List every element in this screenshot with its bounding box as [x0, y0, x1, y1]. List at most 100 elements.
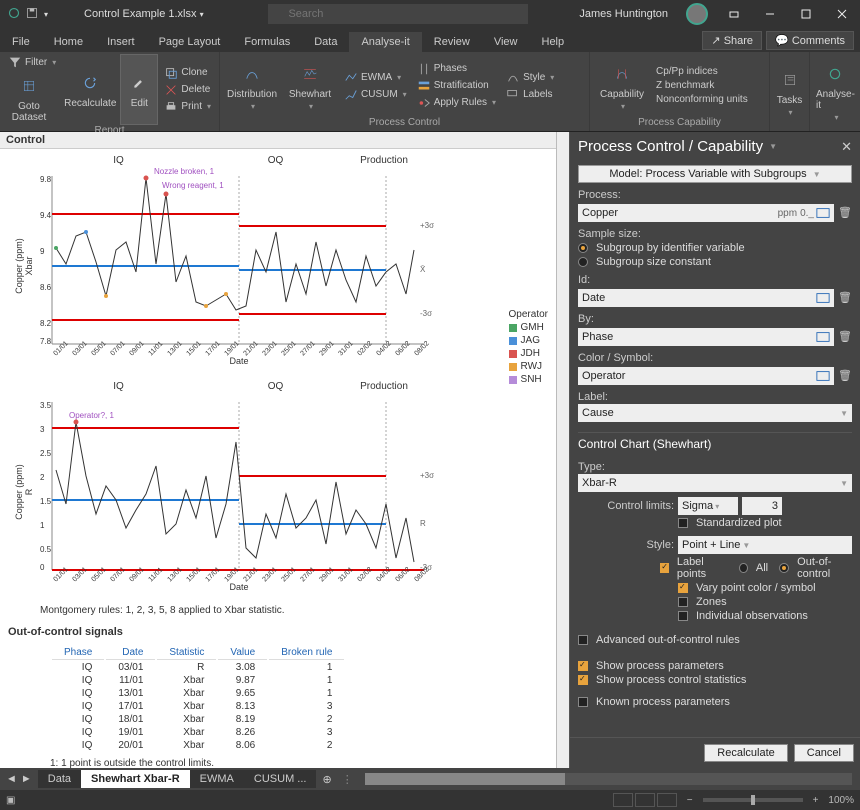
nonconforming-button[interactable]: Nonconforming units — [654, 93, 750, 106]
standardized-checkbox[interactable] — [678, 518, 688, 528]
ribbon-tab-page-layout[interactable]: Page Layout — [147, 32, 233, 52]
zoom-slider[interactable] — [703, 798, 803, 802]
distribution-button[interactable]: Distribution▾ — [224, 54, 280, 117]
type-select[interactable]: Xbar-R▼ — [578, 474, 852, 492]
by-field[interactable]: Phase — [578, 328, 834, 346]
color-field[interactable]: Operator — [578, 367, 834, 385]
radio-subgroup-identifier[interactable]: Subgroup by identifier variable — [578, 242, 852, 254]
delete-icon[interactable]: 🗑 — [838, 369, 852, 382]
normal-view-icon[interactable] — [613, 793, 633, 807]
page-break-icon[interactable] — [657, 793, 677, 807]
user-avatar[interactable] — [686, 3, 708, 25]
svg-text:+3σ: +3σ — [420, 471, 434, 480]
vary-color-checkbox[interactable] — [678, 583, 688, 593]
sheet-prev-icon[interactable]: ◄ — [6, 773, 17, 785]
show-params-checkbox[interactable] — [578, 661, 588, 671]
ribbon-tab-help[interactable]: Help — [530, 32, 577, 52]
zoom-out-icon[interactable]: − — [687, 795, 693, 806]
delete-icon[interactable]: 🗑 — [838, 330, 852, 343]
delete-icon[interactable]: 🗑 — [838, 206, 852, 219]
id-field[interactable]: Date — [578, 289, 834, 307]
comments-button[interactable]: 💬 Comments — [766, 31, 854, 50]
legend-item: RWJ — [509, 361, 548, 372]
autosave-icon[interactable] — [8, 7, 20, 22]
maximize-icon[interactable] — [788, 0, 824, 28]
ribbon-display-icon[interactable] — [716, 0, 752, 28]
cancel-button[interactable]: Cancel — [794, 744, 854, 762]
zoom-in-icon[interactable]: + — [813, 795, 819, 806]
individual-checkbox[interactable] — [678, 611, 688, 621]
limits-k-input[interactable]: 3 — [742, 497, 782, 515]
add-sheet-icon[interactable]: ⊕ — [316, 773, 337, 786]
ribbon-tab-review[interactable]: Review — [422, 32, 482, 52]
legend-item: JDH — [509, 348, 548, 359]
user-name[interactable]: James Huntington — [573, 8, 674, 20]
ribbon-tab-analyse-it[interactable]: Analyse-it — [349, 32, 421, 52]
label-field[interactable]: Cause▼ — [578, 404, 852, 422]
labels-button[interactable]: Labels — [504, 86, 556, 102]
model-select[interactable]: Model: Process Variable with Subgroups▼ — [578, 165, 852, 183]
clone-button[interactable]: Clone — [162, 65, 213, 81]
close-icon[interactable] — [824, 0, 860, 28]
z-benchmark-button[interactable]: Z benchmark — [654, 79, 750, 92]
zoom-level[interactable]: 100% — [828, 795, 854, 806]
known-params-checkbox[interactable] — [578, 697, 588, 707]
svg-text:R: R — [420, 519, 426, 528]
show-stats-checkbox[interactable] — [578, 675, 588, 685]
recalculate-button[interactable]: Recalculate — [62, 54, 118, 125]
sheet-tab[interactable]: CUSUM ... — [244, 770, 317, 788]
edit-button[interactable]: Edit — [120, 54, 158, 125]
ewma-button[interactable]: EWMA▾ — [342, 69, 409, 85]
cp-indices-button[interactable]: Cp/Pp indices — [654, 65, 750, 78]
print-button[interactable]: Print▾ — [162, 99, 213, 115]
recalculate-button[interactable]: Recalculate — [704, 744, 787, 762]
stratification-button[interactable]: Stratification — [415, 78, 498, 94]
svg-text:Copper (ppm): Copper (ppm) — [14, 464, 24, 520]
capability-button[interactable]: Capability▾ — [594, 54, 650, 117]
ribbon-tab-file[interactable]: File — [0, 32, 42, 52]
label-points-checkbox[interactable] — [660, 563, 669, 573]
cusum-button[interactable]: CUSUM▾ — [342, 86, 409, 102]
delete-icon[interactable]: 🗑 — [838, 291, 852, 304]
sheet-tab[interactable]: Shewhart Xbar-R — [81, 770, 190, 788]
goto-dataset-button[interactable]: Goto Dataset — [6, 71, 52, 125]
sheet-next-icon[interactable]: ► — [21, 773, 32, 785]
ribbon-tab-formulas[interactable]: Formulas — [232, 32, 302, 52]
tasks-button[interactable]: Tasks▾ — [774, 54, 805, 129]
sheet-tab[interactable]: EWMA — [190, 770, 244, 788]
limits-method-select[interactable]: Sigma▾ — [678, 497, 738, 515]
horizontal-scrollbar[interactable] — [365, 773, 852, 785]
record-macro-icon[interactable]: ▣ — [6, 795, 15, 806]
search-input[interactable] — [268, 4, 528, 24]
sheet-tab[interactable]: Data — [38, 770, 81, 788]
share-button[interactable]: ↗ Share — [702, 31, 762, 50]
filter-button[interactable]: Filter▾ — [6, 54, 58, 70]
style-select[interactable]: Point + Line▼ — [678, 536, 852, 554]
zones-checkbox[interactable] — [678, 597, 688, 607]
minimize-icon[interactable] — [752, 0, 788, 28]
page-layout-icon[interactable] — [635, 793, 655, 807]
ribbon-tab-home[interactable]: Home — [42, 32, 95, 52]
svg-text:07/01: 07/01 — [109, 340, 126, 357]
svg-text:08/02: 08/02 — [413, 340, 430, 357]
analyseit-button[interactable]: Analyse-it▾ — [814, 54, 857, 129]
radio-subgroup-constant[interactable]: Subgroup size constant — [578, 256, 852, 268]
ribbon-tab-insert[interactable]: Insert — [95, 32, 147, 52]
save-icon[interactable] — [26, 7, 38, 22]
ribbon-tab-data[interactable]: Data — [302, 32, 349, 52]
ribbon-tab-view[interactable]: View — [482, 32, 530, 52]
delete-button[interactable]: Delete — [162, 82, 213, 98]
style-button[interactable]: Style▾ — [504, 69, 556, 85]
apply-rules-button[interactable]: Apply Rules▾ — [415, 95, 498, 111]
process-field[interactable]: Copperppm 0._ — [578, 204, 834, 222]
qat-dropdown-icon[interactable]: ▾ — [44, 10, 48, 19]
radio-all[interactable] — [739, 563, 748, 573]
taskpane-close-icon[interactable]: ✕ — [841, 139, 852, 155]
shewhart-button[interactable]: Shewhart▾ — [282, 54, 338, 117]
phases-button[interactable]: Phases — [415, 61, 498, 77]
vertical-scrollbar[interactable] — [556, 132, 570, 768]
svg-text:Date: Date — [229, 356, 248, 366]
advanced-rules-checkbox[interactable] — [578, 635, 588, 645]
table-row: IQ18/01Xbar8.192 — [52, 714, 344, 725]
radio-ooc[interactable] — [779, 563, 789, 573]
